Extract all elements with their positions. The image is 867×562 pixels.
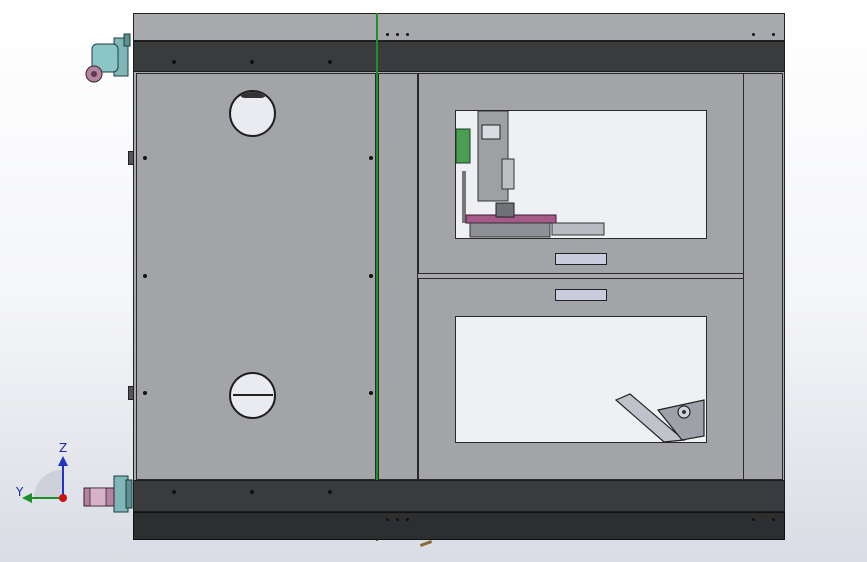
- screw: [406, 518, 409, 521]
- top-frame-strip: [133, 13, 785, 41]
- lower-caster-wheel: [83, 475, 133, 513]
- upper-caster-wheel: [85, 33, 131, 83]
- screw: [369, 156, 373, 160]
- lower-nameplate: [555, 289, 607, 301]
- screw: [386, 518, 389, 521]
- screw: [406, 33, 409, 36]
- bottom-base-strip: [133, 512, 785, 540]
- bottom-frame-rail: [133, 480, 785, 512]
- screw: [172, 490, 176, 494]
- screw: [772, 33, 775, 36]
- screw: [386, 33, 389, 36]
- ground-marker: [419, 540, 433, 547]
- upper-vent-hole: [229, 90, 276, 137]
- screw: [369, 391, 373, 395]
- screw: [250, 490, 254, 494]
- y-axis-label: Y: [16, 485, 24, 499]
- cad-model-viewport[interactable]: Z Y: [0, 0, 867, 562]
- internal-mechanism: [456, 111, 605, 238]
- screw: [369, 274, 373, 278]
- lower-vent-hole: [229, 372, 276, 419]
- upper-nameplate: [555, 253, 607, 265]
- screw: [752, 33, 755, 36]
- middle-frame-column: [378, 73, 418, 480]
- screw: [172, 60, 176, 64]
- screw: [143, 274, 147, 278]
- screw: [396, 518, 399, 521]
- screw: [752, 518, 755, 521]
- screw: [143, 156, 147, 160]
- screw: [143, 391, 147, 395]
- screw: [328, 60, 332, 64]
- right-frame-column: [743, 73, 783, 480]
- top-frame-rail: [133, 41, 785, 72]
- tilted-tray: [614, 393, 705, 443]
- screw: [772, 518, 775, 521]
- z-axis-label: Z: [59, 441, 68, 455]
- screw: [396, 33, 399, 36]
- screw: [250, 60, 254, 64]
- screw: [328, 490, 332, 494]
- side-knob: [128, 151, 134, 165]
- side-knob: [128, 386, 134, 400]
